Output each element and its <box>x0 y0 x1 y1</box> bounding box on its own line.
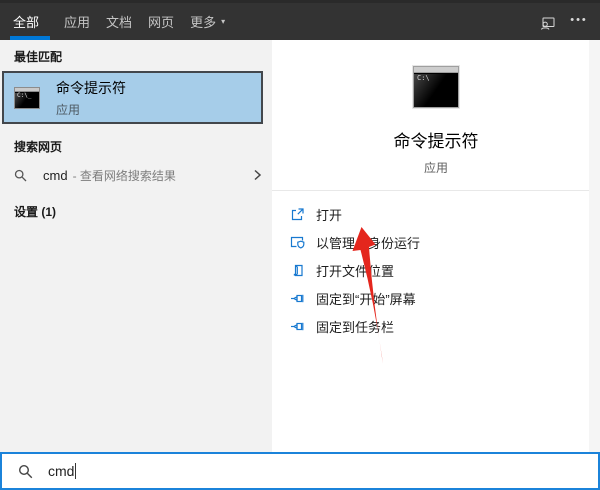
cmd-window-icon-large: C:\ <box>413 66 459 108</box>
action-run-as-admin-label: 以管理员身份运行 <box>316 233 420 252</box>
action-pin-to-taskbar-label: 固定到任务栏 <box>316 317 394 336</box>
cmd-window-icon: C:\_ <box>14 87 40 109</box>
action-open[interactable]: 打开 <box>290 200 600 228</box>
best-match-title: 命令提示符 <box>56 78 126 98</box>
pin-icon <box>290 291 305 306</box>
tab-apps[interactable]: 应用 <box>64 12 90 31</box>
app-actions-list: 打开 以管理员身份运行 <box>272 191 600 340</box>
file-location-icon <box>290 263 305 278</box>
feedback-icon[interactable] <box>538 14 556 32</box>
search-filter-tabs: 全部 应用 文档 网页 更多 ▾ ••• <box>0 0 600 40</box>
tab-documents[interactable]: 文档 <box>106 12 132 31</box>
web-search-result[interactable]: cmd - 查看网络搜索结果 <box>0 161 272 189</box>
text-caret <box>75 463 76 479</box>
best-match-subtitle: 应用 <box>56 101 126 118</box>
detail-panel: C:\ 命令提示符 应用 打开 <box>272 40 600 452</box>
windows-search-flyout: 全部 应用 文档 网页 更多 ▾ ••• 最佳匹配 <box>0 0 600 490</box>
app-subtitle: 应用 <box>272 159 600 176</box>
pin-icon <box>290 319 305 334</box>
action-run-as-admin[interactable]: 以管理员身份运行 <box>290 228 600 256</box>
tab-more[interactable]: 更多 ▾ <box>190 12 225 31</box>
more-options-icon[interactable]: ••• <box>570 14 588 32</box>
search-input[interactable]: cmd <box>0 452 600 490</box>
app-title: 命令提示符 <box>272 127 600 152</box>
action-pin-to-taskbar[interactable]: 固定到任务栏 <box>290 312 600 340</box>
web-query-text: cmd <box>43 168 68 183</box>
tab-web[interactable]: 网页 <box>148 12 174 31</box>
section-best-match: 最佳匹配 <box>0 40 272 71</box>
open-icon <box>290 207 305 222</box>
chevron-right-icon <box>252 169 262 181</box>
tab-documents-label: 文档 <box>106 12 132 31</box>
results-panel: 最佳匹配 C:\_ 命令提示符 应用 搜索网页 <box>0 40 272 452</box>
search-icon <box>18 464 33 479</box>
action-pin-to-start-label: 固定到“开始”屏幕 <box>316 289 416 308</box>
run-as-admin-icon <box>290 235 305 250</box>
section-search-web: 搜索网页 <box>0 130 272 161</box>
tab-more-label: 更多 <box>190 12 216 31</box>
section-settings: 设置 (1) <box>0 195 272 226</box>
action-open-label: 打开 <box>316 205 342 224</box>
web-query-hint: - 查看网络搜索结果 <box>73 167 176 184</box>
action-open-file-location[interactable]: 打开文件位置 <box>290 256 600 284</box>
action-pin-to-start[interactable]: 固定到“开始”屏幕 <box>290 284 600 312</box>
best-match-result-cmd[interactable]: C:\_ 命令提示符 应用 <box>2 71 263 124</box>
chevron-down-icon: ▾ <box>221 17 225 26</box>
tab-all[interactable]: 全部 <box>13 12 39 31</box>
tab-apps-label: 应用 <box>64 12 90 31</box>
action-open-file-location-label: 打开文件位置 <box>316 261 394 280</box>
tab-web-label: 网页 <box>148 12 174 31</box>
search-input-value: cmd <box>48 463 74 479</box>
scrollbar-track[interactable] <box>589 40 600 452</box>
search-icon <box>14 169 27 182</box>
tab-all-label: 全部 <box>13 12 39 31</box>
